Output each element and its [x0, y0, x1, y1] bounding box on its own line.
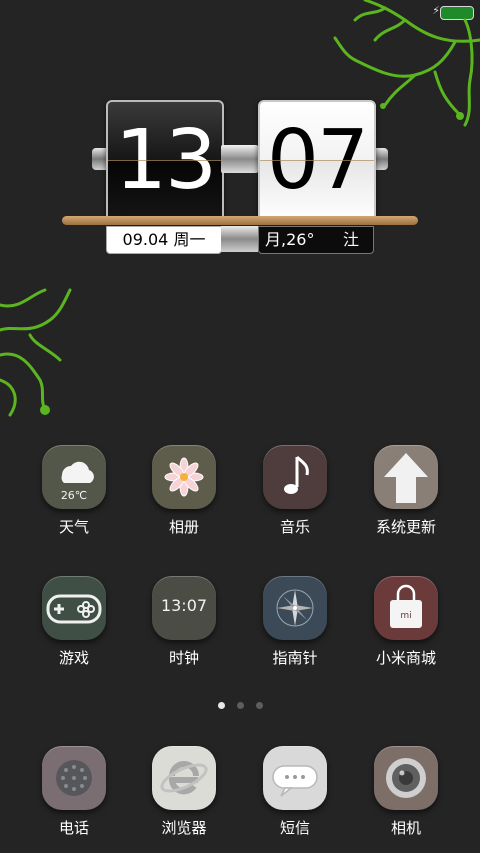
mi-logo: mi — [400, 611, 411, 621]
compass-icon — [263, 576, 327, 640]
app-compass[interactable]: 指南针 — [240, 576, 350, 668]
gamepad-icon — [42, 576, 106, 640]
camera-lens-icon — [374, 746, 438, 810]
app-label: 系统更新 — [375, 518, 436, 536]
app-label: 指南针 — [272, 649, 318, 667]
flip-split-line — [260, 160, 374, 161]
music-note-icon — [263, 445, 327, 509]
app-music[interactable]: 音乐 — [240, 445, 350, 537]
date-hinge — [221, 226, 258, 252]
dock-camera[interactable]: 相机 — [351, 746, 461, 838]
weather-strip: 月,26° 汢 — [258, 226, 374, 254]
wooden-shelf-bar — [62, 216, 418, 225]
page-indicator[interactable] — [0, 702, 480, 709]
weather-temp: 26℃ — [61, 489, 87, 502]
hour-card: 13 — [106, 100, 224, 222]
app-mi-store[interactable]: mi 小米商城 — [351, 576, 461, 668]
app-label: 浏览器 — [161, 819, 207, 837]
clock-hinge-center — [221, 145, 258, 173]
page-dot[interactable] — [236, 702, 244, 709]
app-weather[interactable]: 26℃ 天气 — [19, 445, 129, 537]
dock-messages[interactable]: 短信 — [240, 746, 350, 838]
weather-text-end: 汢 — [342, 230, 359, 249]
weather-text: 月,26° — [265, 230, 315, 249]
app-label: 相机 — [390, 819, 421, 837]
dock-phone[interactable]: 电话 — [19, 746, 129, 838]
app-label: 电话 — [58, 819, 89, 837]
app-system-update[interactable]: 系统更新 — [351, 445, 461, 537]
app-label: 短信 — [279, 819, 310, 837]
flower-icon — [152, 445, 216, 509]
page-dot-active[interactable] — [217, 702, 225, 709]
clock-icon: 13:07 — [152, 576, 216, 640]
phone-dial-icon — [42, 746, 106, 810]
cloud-icon: 26℃ — [42, 445, 106, 509]
app-label: 时钟 — [168, 649, 199, 667]
app-label: 小米商城 — [375, 649, 436, 667]
date-label: 09.04 周一 — [106, 226, 222, 254]
minute-card: 07 — [258, 100, 376, 222]
app-label: 天气 — [58, 518, 89, 536]
arrow-up-icon — [374, 445, 438, 509]
app-clock[interactable]: 13:07 时钟 — [129, 576, 239, 668]
page-dot[interactable] — [255, 702, 263, 709]
shopping-bag-icon: mi — [374, 576, 438, 640]
speech-bubble-icon — [263, 746, 327, 810]
dock-browser[interactable]: 浏览器 — [129, 746, 239, 838]
flip-clock-widget[interactable]: 13 07 09.04 周一 月,26° 汢 — [0, 0, 480, 260]
vine-decoration-left — [0, 288, 72, 417]
app-gallery[interactable]: 相册 — [129, 445, 239, 537]
app-label: 相册 — [168, 518, 199, 536]
minute-value: 07 — [266, 113, 369, 208]
app-label: 音乐 — [279, 518, 310, 536]
browser-e-icon — [152, 746, 216, 810]
app-label: 游戏 — [58, 649, 89, 667]
clock-time: 13:07 — [160, 596, 208, 615]
flip-split-line — [108, 160, 222, 161]
hour-value: 13 — [114, 113, 217, 208]
app-games[interactable]: 游戏 — [19, 576, 129, 668]
